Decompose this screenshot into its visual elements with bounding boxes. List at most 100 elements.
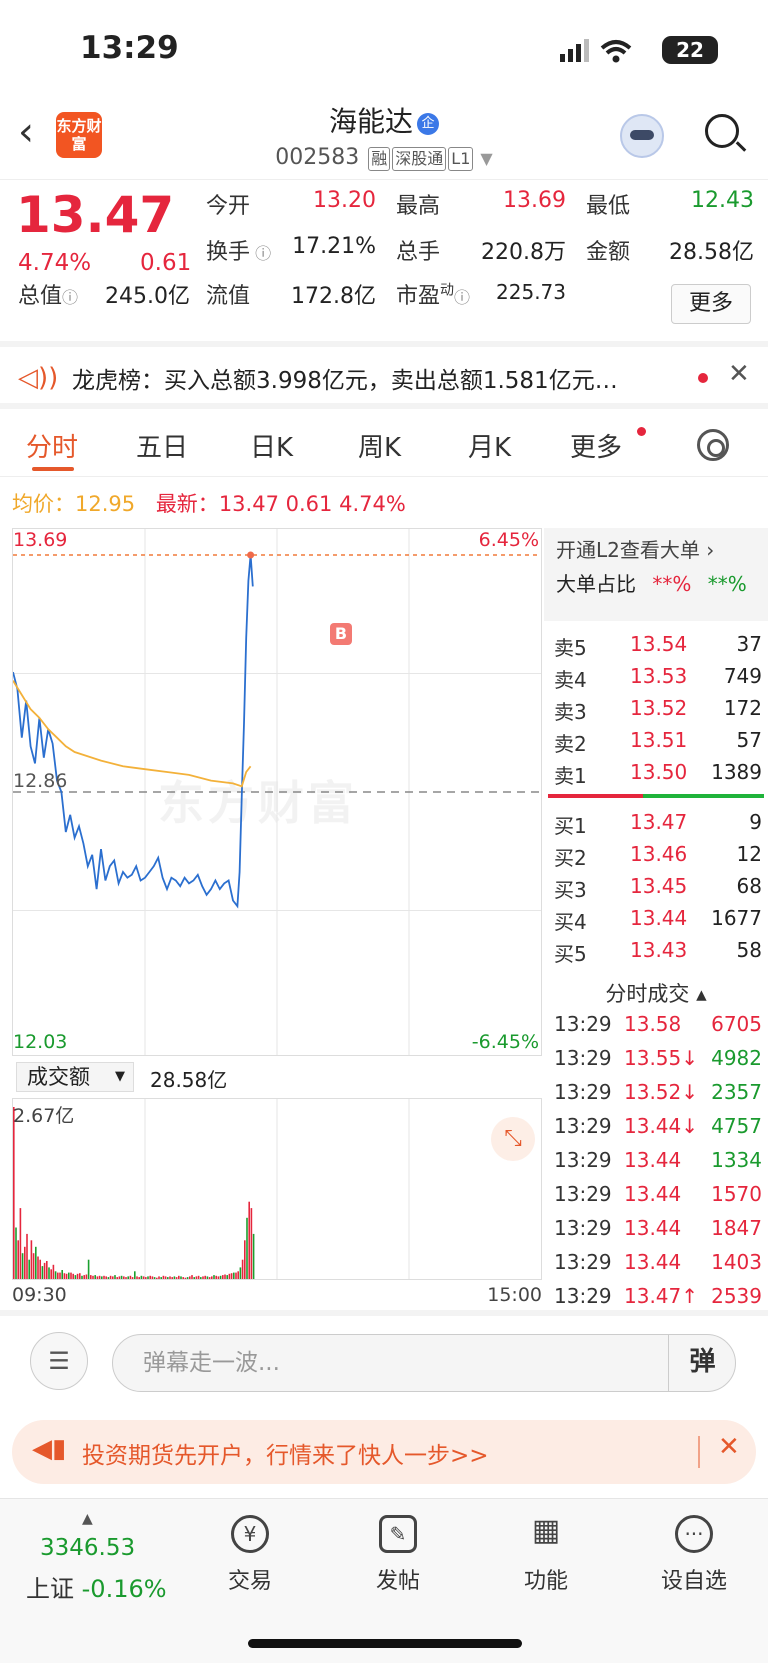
danmaku-input[interactable]: 弹幕走一波... <box>112 1334 736 1392</box>
bid-volume: 12 <box>736 842 762 866</box>
robot-avatar-icon[interactable] <box>620 114 664 158</box>
volume-type-select[interactable]: 成交额 ▼ <box>16 1062 134 1092</box>
axis-bottom-price: 12.03 <box>13 1031 68 1053</box>
nav-post[interactable]: ✎ 发帖 <box>348 1515 448 1595</box>
nav-functions[interactable]: ▦ 功能 <box>496 1515 596 1595</box>
volume-bar <box>175 1277 178 1279</box>
volume-bar <box>96 1276 99 1279</box>
search-icon[interactable] <box>705 114 739 148</box>
volume-bar <box>215 1275 217 1279</box>
last-change: 0.61 <box>285 492 333 516</box>
bid-row[interactable]: 买4 13.44 1677 <box>544 906 768 938</box>
tab-daily-k[interactable]: 日K <box>250 427 293 464</box>
l2-promo[interactable]: 开通L2查看大单 › 大单占比 **% **% <box>544 528 768 621</box>
tick-time: 13:29 <box>554 1250 612 1274</box>
chevron-down-icon[interactable]: ▼ <box>480 149 492 168</box>
tab-more[interactable]: 更多 <box>570 427 622 464</box>
ask-level: 卖5 <box>554 636 587 660</box>
more-dots-icon: ··· <box>675 1515 713 1553</box>
grid-icon: ▦ <box>531 1513 561 1548</box>
pe-value: 225.73 <box>496 280 566 304</box>
volume-bar <box>158 1276 160 1279</box>
futures-promo[interactable]: ◀▮ 投资期货先开户，行情来了快人一步>> ✕ <box>12 1420 756 1484</box>
tick-price: 13.44 <box>624 1216 682 1240</box>
bid-row[interactable]: 买3 13.45 68 <box>544 874 768 906</box>
active-tab-indicator <box>32 467 74 471</box>
volume-chart[interactable]: 2.67亿 ⤡ <box>12 1098 542 1280</box>
tick-volume: 2357 <box>711 1080 762 1104</box>
tick-price: 13.44↓ <box>624 1114 699 1138</box>
l2-link[interactable]: 开通L2查看大单 › <box>556 534 714 563</box>
ask-row[interactable]: 卖2 13.51 57 <box>544 728 768 760</box>
stock-name-text: 海能达 <box>328 105 413 138</box>
ask-level: 卖1 <box>554 764 587 788</box>
index-value: 3346.53 <box>40 1535 136 1561</box>
danmaku-toggle-button[interactable]: 弹 <box>668 1334 736 1392</box>
tick-row: 13:29 13.52↓ 2357 <box>544 1080 768 1112</box>
volume-bar <box>193 1277 195 1279</box>
volume-bar <box>48 1267 50 1279</box>
time-start: 09:30 <box>12 1284 67 1306</box>
volume-bar <box>200 1277 202 1279</box>
tab-five-day[interactable]: 五日 <box>136 427 188 464</box>
tab-weekly-k[interactable]: 周K <box>358 427 401 464</box>
tab-monthly-k[interactable]: 月K <box>468 427 511 464</box>
volume-bar <box>41 1266 44 1279</box>
volume-bar <box>244 1240 246 1279</box>
expand-icon[interactable]: ⤡ <box>491 1117 535 1161</box>
tick-volume: 6705 <box>711 1012 762 1036</box>
nav-trade[interactable]: ¥ 交易 <box>200 1515 300 1595</box>
float-value: 172.8亿 <box>291 284 376 309</box>
volume-bar <box>26 1233 28 1279</box>
volume-bar <box>19 1208 22 1279</box>
promo-close-icon[interactable]: ✕ <box>718 1432 740 1462</box>
tab-intraday[interactable]: 分时 <box>26 427 78 464</box>
volume-bar <box>246 1217 248 1279</box>
ticks-title[interactable]: 分时成交 ▴ <box>544 978 768 1008</box>
turnover-label: 换手 ⓘ <box>206 240 272 265</box>
gear-icon[interactable] <box>697 429 729 461</box>
volume-bar <box>226 1275 228 1279</box>
volume-bar <box>70 1272 72 1279</box>
ask-row[interactable]: 卖5 13.54 37 <box>544 632 768 664</box>
high-value: 13.69 <box>503 188 566 213</box>
tick-volume: 2539 <box>711 1284 762 1308</box>
buy-marker[interactable]: B <box>330 623 352 645</box>
close-icon[interactable]: ✕ <box>728 359 750 389</box>
ask-row[interactable]: 卖3 13.52 172 <box>544 696 768 728</box>
volume-label: 总手 <box>396 240 441 265</box>
volume-bar <box>169 1276 171 1279</box>
last-price: 13.47 <box>16 186 175 244</box>
bid-row[interactable]: 买2 13.46 12 <box>544 842 768 874</box>
bid-volume: 9 <box>749 810 762 834</box>
bid-price: 13.44 <box>630 906 688 930</box>
tick-row: 13:29 13.55↓ 4982 <box>544 1046 768 1078</box>
volume-bar <box>241 1259 244 1279</box>
volume-bar <box>228 1273 231 1279</box>
bid-row[interactable]: 买5 13.43 58 <box>544 938 768 970</box>
ask-row[interactable]: 卖4 13.53 749 <box>544 664 768 696</box>
volume-bar <box>211 1276 213 1279</box>
volume-bar <box>21 1253 24 1279</box>
volume-bar <box>250 1208 253 1279</box>
price-info-line: 均价：12.95 最新：13.47 0.61 4.74% <box>12 488 406 518</box>
dragon-tiger-banner[interactable]: ◁)) 龙虎榜：买入总额3.998亿元，卖出总额1.581亿元… ✕ <box>0 341 768 409</box>
stock-header: ‹ 东方财富 海能达企 002583 融深股通 L1 ▼ <box>0 100 768 180</box>
nav-watchlist-label: 设自选 <box>660 1569 727 1594</box>
volume-bar <box>206 1276 209 1279</box>
volume-bar <box>39 1259 41 1279</box>
intraday-chart[interactable]: 东方财富 13.69 6.45% 12.86 12.03 -6.45% B <box>12 528 542 1056</box>
volume-bar <box>233 1272 235 1279</box>
ask-level: 卖2 <box>554 732 587 756</box>
bid-row[interactable]: 买1 13.47 9 <box>544 810 768 842</box>
more-button[interactable]: 更多 <box>671 284 751 324</box>
promo-text[interactable]: 投资期货先开户，行情来了快人一步>> <box>82 1436 489 1470</box>
volume-bar <box>24 1246 26 1279</box>
nav-watchlist[interactable]: ··· 设自选 <box>644 1515 744 1595</box>
bid-price: 13.43 <box>630 938 688 962</box>
ask-row[interactable]: 卖1 13.50 1389 <box>544 760 768 792</box>
volume-bar <box>120 1275 123 1279</box>
danmaku-settings-icon[interactable]: ☰ <box>30 1332 88 1390</box>
ask-volume: 1389 <box>711 760 762 784</box>
volume-bar <box>204 1275 206 1279</box>
